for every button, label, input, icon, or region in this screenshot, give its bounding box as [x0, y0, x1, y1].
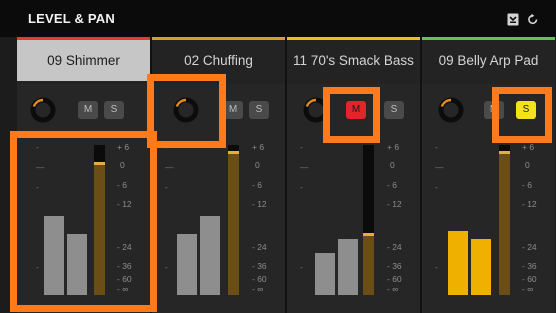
pan-knob[interactable]: [438, 97, 464, 123]
reset-icon[interactable]: [527, 13, 539, 26]
panel-header: LEVEL & PAN: [0, 0, 556, 37]
level-meter-left: [315, 253, 335, 295]
scale-tick: + 6: [522, 142, 535, 152]
scale-tick: - ∞: [522, 284, 534, 294]
level-meter-right: [471, 239, 491, 295]
scale-dash: -: [435, 182, 438, 192]
fader-cap: [363, 233, 374, 236]
fader-cap: [228, 151, 239, 154]
collapse-icon[interactable]: [507, 13, 519, 26]
scale-tick: - 36: [252, 261, 267, 271]
scale-tick: - 60: [387, 274, 402, 284]
scale-tick: - 12: [252, 199, 267, 209]
volume-fader[interactable]: [363, 145, 374, 295]
scale-tick: 0: [390, 160, 395, 170]
scale-tick: - 60: [522, 274, 537, 284]
solo-button[interactable]: S: [384, 101, 404, 119]
scale-tick: + 6: [387, 142, 400, 152]
scale-tick: - 60: [252, 274, 267, 284]
scale-dash: -: [300, 182, 303, 192]
scale-dash: -: [300, 142, 303, 152]
level-meter-left: [177, 234, 197, 295]
fader-fill: [228, 153, 239, 295]
scale-tick: - 36: [387, 261, 402, 271]
scale-tick: - 6: [252, 180, 262, 190]
track-name[interactable]: 09 Belly Arp Pad: [422, 40, 555, 81]
solo-button[interactable]: S: [104, 101, 124, 119]
volume-fader[interactable]: [499, 145, 510, 295]
scale-tick: - 12: [522, 199, 537, 209]
scale-tick: - 24: [252, 242, 267, 252]
fader-cap: [499, 151, 510, 154]
scale-tick: + 6: [252, 142, 265, 152]
level-meter-right: [338, 239, 358, 295]
scale-dash: -: [165, 182, 168, 192]
panel-title: LEVEL & PAN: [28, 11, 115, 26]
channel-strip: 11 70's Smack Bass M S + 6 0 - 6 - 12 - …: [287, 37, 420, 313]
scale-tick: - ∞: [252, 284, 264, 294]
scale-dash: -: [165, 262, 168, 272]
scale-dash: —: [435, 162, 444, 172]
pan-knob[interactable]: [30, 97, 56, 123]
track-name[interactable]: 09 Shimmer: [17, 40, 150, 81]
volume-fader[interactable]: [228, 145, 239, 295]
scale-tick: - 24: [522, 242, 537, 252]
highlight-box-mute: [323, 87, 380, 143]
highlight-box-pan-knob: [147, 74, 226, 148]
level-meter-right: [200, 216, 220, 295]
highlight-box-solo: [492, 87, 552, 143]
scale-tick: - ∞: [387, 284, 399, 294]
scale-tick: 0: [255, 160, 260, 170]
scale-tick: - 24: [387, 242, 402, 252]
solo-button[interactable]: S: [249, 101, 269, 119]
scale-dash: -: [435, 142, 438, 152]
level-meter-left: [448, 231, 468, 295]
scale-tick: - 6: [387, 180, 397, 190]
scale-tick: - 36: [522, 261, 537, 271]
fader-fill: [499, 153, 510, 295]
mute-button[interactable]: M: [223, 101, 243, 119]
scale-dash: -: [435, 262, 438, 272]
track-name[interactable]: 11 70's Smack Bass: [287, 40, 420, 81]
scale-dash: —: [165, 162, 174, 172]
mute-button[interactable]: M: [78, 101, 98, 119]
highlight-box-meter: [10, 131, 157, 312]
channel-strip: 09 Belly Arp Pad M S + 6 0 - 6 - 12 - 24…: [422, 37, 555, 313]
level-pan-panel: LEVEL & PAN 09 Shimmer M S + 6 0 - 6 - 1…: [0, 0, 556, 313]
scale-dash: -: [300, 262, 303, 272]
fader-fill: [363, 235, 374, 295]
scale-tick: - 12: [387, 199, 402, 209]
scale-tick: 0: [525, 160, 530, 170]
scale-tick: - 6: [522, 180, 532, 190]
scale-dash: —: [300, 162, 309, 172]
